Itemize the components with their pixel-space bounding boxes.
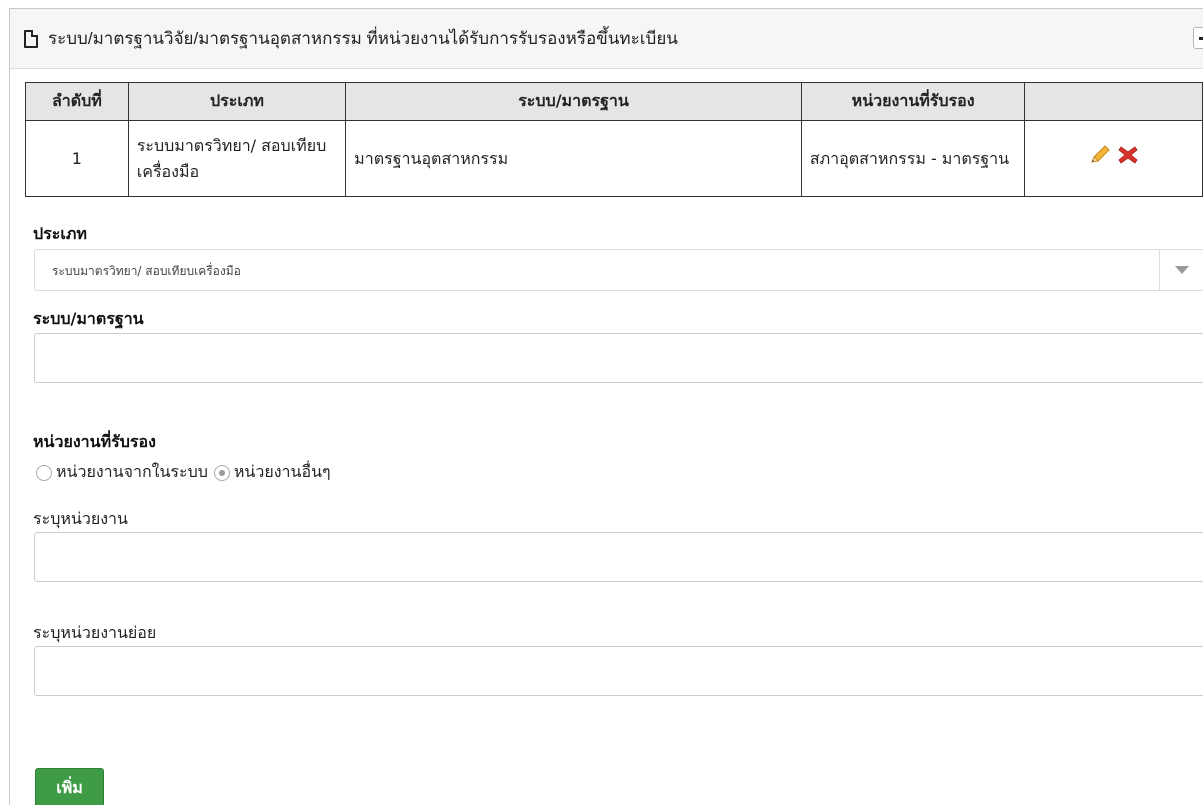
panel-header: ระบบ/มาตรฐานวิจัย/มาตรฐานอุตสาหกรรม ที่ห… <box>10 9 1203 69</box>
table-header-row: ลำดับที่ ประเภท ระบบ/มาตรฐาน หน่วยงานที่… <box>25 82 1203 121</box>
type-select-value: ระบบมาตรวิทยา/ สอบเทียบเครื่องมือ <box>52 264 241 278</box>
cell-agency: สภาอุตสาหกรรม - มาตรฐาน <box>800 120 1026 197</box>
radio-internal[interactable] <box>36 464 52 481</box>
document-icon <box>24 29 38 48</box>
radio-other-option[interactable]: หน่วยงานอื่นๆ <box>213 460 331 485</box>
type-select[interactable]: ระบบมาตรวิทยา/ สอบเทียบเครื่องมือ <box>34 249 1203 291</box>
agency-radio-group: หน่วยงานจากในระบบ หน่วยงานอื่นๆ <box>36 460 337 485</box>
cell-standard: มาตรฐานอุตสาหกรรม <box>345 120 802 197</box>
specify-subagency-input[interactable] <box>34 646 1203 696</box>
col-header-standard: ระบบ/มาตรฐาน <box>345 82 802 121</box>
cell-no: 1 <box>25 120 129 197</box>
dropdown-arrow-icon <box>1175 266 1189 274</box>
pencil-icon[interactable] <box>1088 144 1112 174</box>
type-label: ประเภท <box>33 224 87 243</box>
col-header-type: ประเภท <box>127 82 347 121</box>
specify-agency-input[interactable] <box>34 532 1203 582</box>
radio-other[interactable] <box>213 464 230 481</box>
col-header-actions <box>1024 82 1203 121</box>
agency-label: หน่วยงานที่รับรอง <box>33 432 156 451</box>
table-row: 1 ระบบมาตรวิทยา/ สอบเทียบเครื่องมือ มาตร… <box>25 120 1203 197</box>
radio-internal-option[interactable]: หน่วยงานจากในระบบ <box>36 460 208 485</box>
col-header-agency: หน่วยงานที่รับรอง <box>800 82 1026 121</box>
radio-other-label: หน่วยงานอื่นๆ <box>233 462 331 481</box>
col-header-no: ลำดับที่ <box>25 82 129 121</box>
radio-internal-label: หน่วยงานจากในระบบ <box>56 462 208 481</box>
standards-table: ลำดับที่ ประเภท ระบบ/มาตรฐาน หน่วยงานที่… <box>25 82 1203 197</box>
dropdown-toggle[interactable] <box>1159 250 1201 290</box>
cell-actions <box>1024 120 1203 197</box>
specify-agency-label: ระบุหน่วยงาน <box>33 509 128 528</box>
panel-title: ระบบ/มาตรฐานวิจัย/มาตรฐานอุตสาหกรรม ที่ห… <box>48 29 678 48</box>
add-button[interactable]: เพิ่ม <box>35 768 104 805</box>
standard-input[interactable] <box>34 333 1203 383</box>
specify-subagency-label: ระบุหน่วยงานย่อย <box>33 623 157 642</box>
standard-label: ระบบ/มาตรฐาน <box>33 309 144 328</box>
cell-type: ระบบมาตรวิทยา/ สอบเทียบเครื่องมือ <box>127 120 347 197</box>
delete-icon[interactable] <box>1116 144 1140 174</box>
collapse-icon[interactable] <box>1193 27 1203 49</box>
